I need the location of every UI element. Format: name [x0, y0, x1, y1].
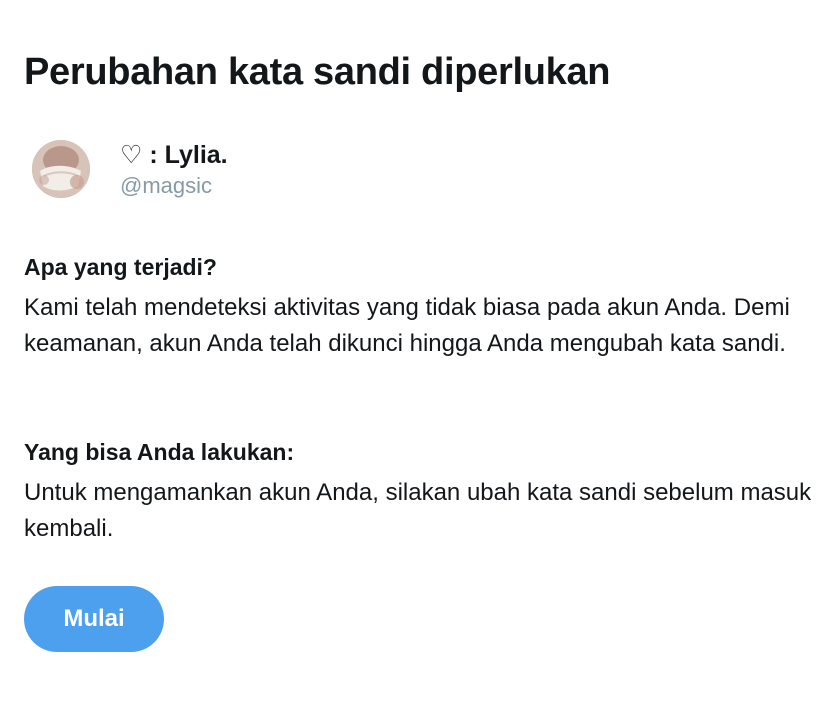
what-you-can-do-heading: Yang bisa Anda lakukan:: [24, 439, 295, 465]
start-button[interactable]: Mulai: [24, 586, 164, 652]
what-you-can-do-text: Untuk mengamankan akun Anda, silakan uba…: [24, 479, 812, 542]
account-handle: @magsic: [120, 173, 213, 198]
what-you-can-do-section: Yang bisa Anda lakukan: Untuk mengamanka…: [24, 437, 814, 547]
avatar: [32, 140, 90, 198]
page-title: Perubahan kata sandi diperlukan: [24, 51, 611, 93]
display-name: ♡ : Lylia.: [120, 141, 228, 169]
account-summary: ♡ : Lylia. @magsic: [32, 140, 592, 204]
what-happened-heading: Apa yang terjadi?: [24, 254, 217, 280]
password-change-page: Perubahan kata sandi diperlukan ♡ : Lyli…: [0, 0, 828, 708]
what-happened-section: Apa yang terjadi? Kami telah mendeteksi …: [24, 252, 814, 362]
what-happened-text: Kami telah mendeteksi aktivitas yang tid…: [24, 294, 790, 357]
